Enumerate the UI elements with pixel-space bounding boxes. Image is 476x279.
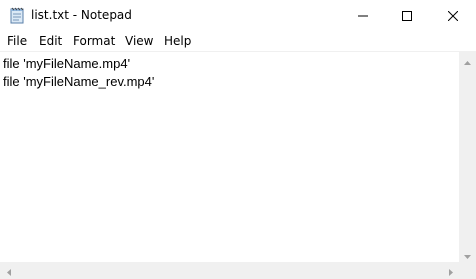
notepad-window: list.txt - Notepad File Edit Format View… — [0, 0, 476, 279]
menu-edit[interactable]: Edit — [39, 34, 62, 48]
minimize-icon — [358, 6, 368, 25]
menu-file[interactable]: File — [7, 34, 27, 48]
close-icon — [447, 6, 459, 25]
scroll-down-button[interactable] — [459, 245, 476, 262]
menu-bar: File Edit Format View Help — [0, 31, 476, 51]
menu-view[interactable]: View — [125, 34, 153, 48]
maximize-button[interactable] — [384, 0, 430, 31]
notepad-icon[interactable] — [9, 7, 25, 24]
menu-format[interactable]: Format — [73, 34, 115, 48]
arrow-left-icon — [6, 261, 11, 279]
scroll-left-button[interactable] — [0, 262, 17, 279]
close-button[interactable] — [430, 0, 476, 31]
minimize-button[interactable] — [340, 0, 386, 31]
arrow-down-icon — [464, 244, 471, 263]
title-bar[interactable]: list.txt - Notepad — [0, 0, 476, 31]
editor-line: file 'myFileName.mp4' — [3, 56, 131, 71]
vertical-scrollbar[interactable] — [459, 51, 476, 262]
scroll-right-button[interactable] — [442, 262, 459, 279]
window-title: list.txt - Notepad — [31, 8, 132, 22]
arrow-up-icon — [464, 50, 471, 69]
arrow-right-icon — [448, 261, 453, 279]
maximize-icon — [402, 6, 412, 25]
horizontal-scrollbar[interactable] — [0, 262, 459, 279]
scroll-up-button[interactable] — [459, 51, 476, 68]
editor-line: file 'myFileName_rev.mp4' — [3, 74, 155, 89]
menu-help[interactable]: Help — [164, 34, 191, 48]
size-grip[interactable] — [459, 262, 476, 279]
text-editor-area[interactable]: file 'myFileName.mp4' file 'myFileName_r… — [0, 51, 459, 262]
